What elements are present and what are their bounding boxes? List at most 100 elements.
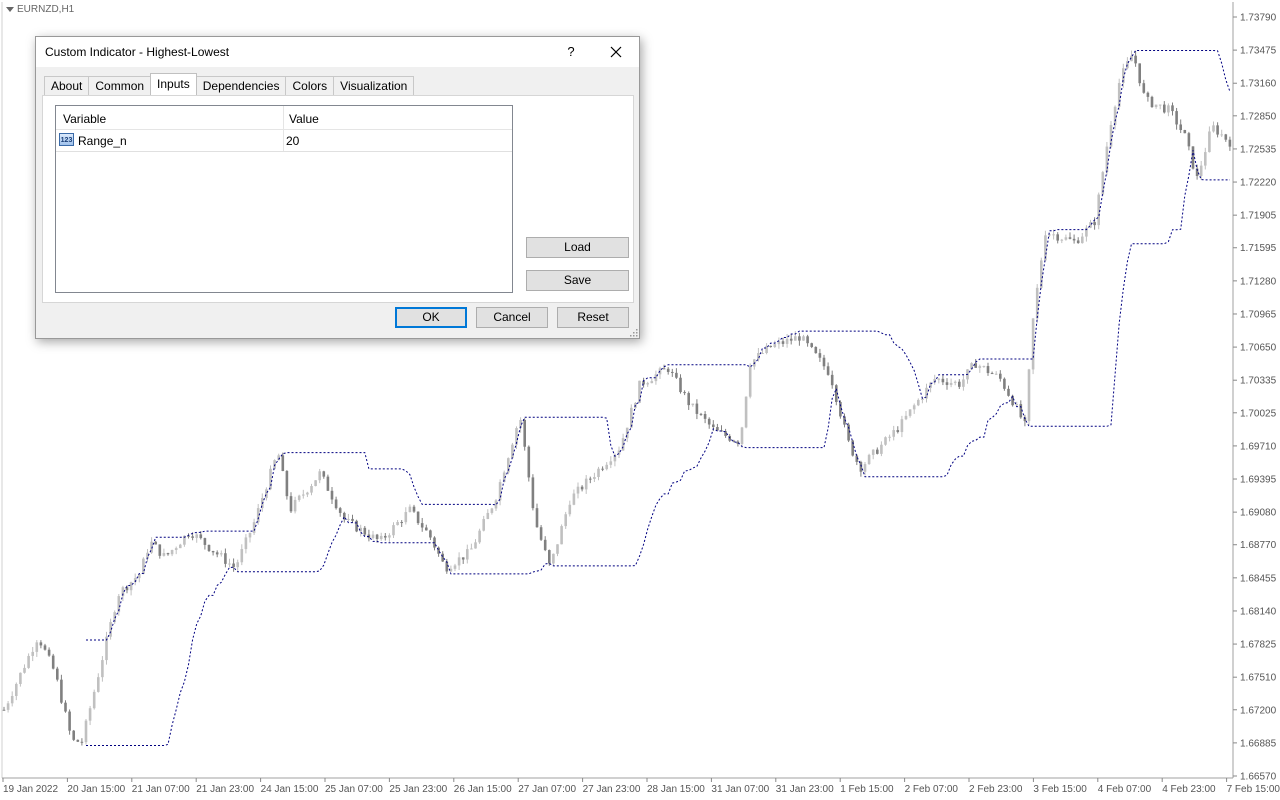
candle-body bbox=[962, 379, 965, 387]
candle-body bbox=[420, 523, 424, 528]
time-label: 27 Jan 07:00 bbox=[518, 784, 576, 795]
candle-body bbox=[425, 527, 428, 531]
candle-body bbox=[818, 353, 822, 358]
column-header-value[interactable]: Value bbox=[289, 112, 319, 126]
price-label: 1.66885 bbox=[1240, 738, 1277, 749]
column-divider[interactable] bbox=[283, 106, 284, 129]
candle-body bbox=[375, 534, 379, 540]
candle-body bbox=[248, 532, 252, 538]
candle-body bbox=[535, 508, 539, 528]
close-button[interactable] bbox=[604, 41, 628, 63]
candle-body bbox=[822, 357, 826, 367]
candle-body bbox=[1138, 63, 1141, 84]
price-label: 1.69080 bbox=[1240, 508, 1277, 519]
candle-body bbox=[392, 525, 395, 536]
candle-body bbox=[228, 563, 231, 565]
candle-body bbox=[129, 582, 133, 591]
candle-body bbox=[297, 495, 301, 500]
price-label: 1.71595 bbox=[1240, 243, 1277, 254]
candle-body bbox=[1175, 111, 1178, 125]
candle-body bbox=[908, 409, 912, 416]
variable-value[interactable]: 20 bbox=[286, 134, 299, 148]
inputs-grid[interactable]: Variable Value 123 Range_n 20 bbox=[55, 105, 513, 293]
candle-body bbox=[564, 514, 567, 527]
save-button[interactable]: Save bbox=[526, 270, 629, 291]
price-label: 1.67825 bbox=[1240, 640, 1277, 651]
tab-inputs[interactable]: Inputs bbox=[150, 73, 197, 95]
candle-body bbox=[601, 468, 604, 470]
candle-body bbox=[867, 454, 871, 465]
candle-body bbox=[88, 708, 92, 721]
candle-body bbox=[1142, 83, 1146, 93]
candle-body bbox=[982, 366, 986, 368]
inputs-panel: Variable Value 123 Range_n 20 Load Save bbox=[42, 95, 634, 303]
candle-body bbox=[896, 430, 900, 433]
symbol-label[interactable]: EURNZD,H1 bbox=[6, 4, 74, 15]
candle-body bbox=[1134, 55, 1137, 64]
column-header-variable[interactable]: Variable bbox=[63, 112, 106, 126]
resize-grip-icon[interactable] bbox=[629, 328, 638, 337]
candle-body bbox=[289, 496, 293, 512]
candle-body bbox=[584, 478, 588, 490]
candle-body bbox=[27, 655, 30, 668]
time-label: 31 Jan 23:00 bbox=[776, 784, 834, 795]
candle-body bbox=[1003, 378, 1006, 389]
price-label: 1.72220 bbox=[1240, 178, 1277, 189]
candle-body bbox=[265, 489, 268, 499]
candle-body bbox=[470, 548, 473, 550]
candle-body bbox=[199, 534, 203, 539]
ok-button[interactable]: OK bbox=[395, 307, 467, 328]
load-button[interactable]: Load bbox=[526, 237, 629, 258]
candle-body bbox=[170, 549, 174, 555]
tab-common[interactable]: Common bbox=[88, 76, 152, 95]
candle-body bbox=[675, 372, 678, 378]
candle-body bbox=[388, 535, 391, 538]
candle-body bbox=[35, 642, 39, 652]
cancel-button[interactable]: Cancel bbox=[476, 307, 548, 328]
candle-body bbox=[60, 679, 63, 703]
candle-body bbox=[646, 383, 649, 385]
tab-colors[interactable]: Colors bbox=[285, 76, 335, 95]
candle-body bbox=[785, 338, 789, 344]
help-button[interactable]: ? bbox=[560, 41, 582, 63]
tab-dependencies[interactable]: Dependencies bbox=[195, 76, 287, 95]
price-label: 1.70335 bbox=[1240, 376, 1277, 387]
candle-body bbox=[830, 374, 834, 386]
candle-body bbox=[285, 470, 289, 497]
tab-visualization[interactable]: Visualization bbox=[333, 76, 415, 95]
candle-body bbox=[429, 530, 432, 538]
dialog-titlebar[interactable]: Custom Indicator - Highest-Lowest ? bbox=[36, 37, 639, 67]
candle-body bbox=[589, 478, 592, 480]
candle-body bbox=[1060, 239, 1064, 241]
candle-body bbox=[986, 366, 990, 374]
candle-body bbox=[338, 508, 342, 513]
candle-body bbox=[531, 477, 535, 509]
candle-body bbox=[19, 672, 22, 684]
candle-body bbox=[474, 542, 477, 549]
candle-body bbox=[900, 419, 904, 433]
candle-body bbox=[576, 486, 580, 494]
candle-body bbox=[572, 493, 576, 505]
table-row[interactable]: 123 Range_n 20 bbox=[56, 130, 512, 152]
candle-body bbox=[650, 381, 654, 384]
candle-body bbox=[703, 414, 707, 419]
candle-body bbox=[224, 553, 227, 564]
time-label: 20 Jan 15:00 bbox=[67, 784, 125, 795]
price-label: 1.71905 bbox=[1240, 211, 1277, 222]
candle-body bbox=[978, 366, 982, 368]
dropdown-triangle-icon[interactable] bbox=[6, 7, 14, 12]
candle-body bbox=[597, 468, 600, 477]
candle-body bbox=[318, 471, 321, 481]
candle-body bbox=[912, 405, 916, 410]
candle-body bbox=[880, 444, 883, 454]
candle-body bbox=[1146, 92, 1150, 97]
time-label: 28 Jan 15:00 bbox=[647, 784, 705, 795]
tab-about[interactable]: About bbox=[44, 76, 90, 95]
candle-body bbox=[798, 336, 801, 341]
reset-button[interactable]: Reset bbox=[557, 307, 629, 328]
candle-body bbox=[580, 486, 584, 490]
candle-body bbox=[56, 668, 59, 680]
candle-body bbox=[97, 677, 100, 692]
candle-body bbox=[527, 446, 531, 478]
time-label: 1 Feb 15:00 bbox=[840, 784, 894, 795]
